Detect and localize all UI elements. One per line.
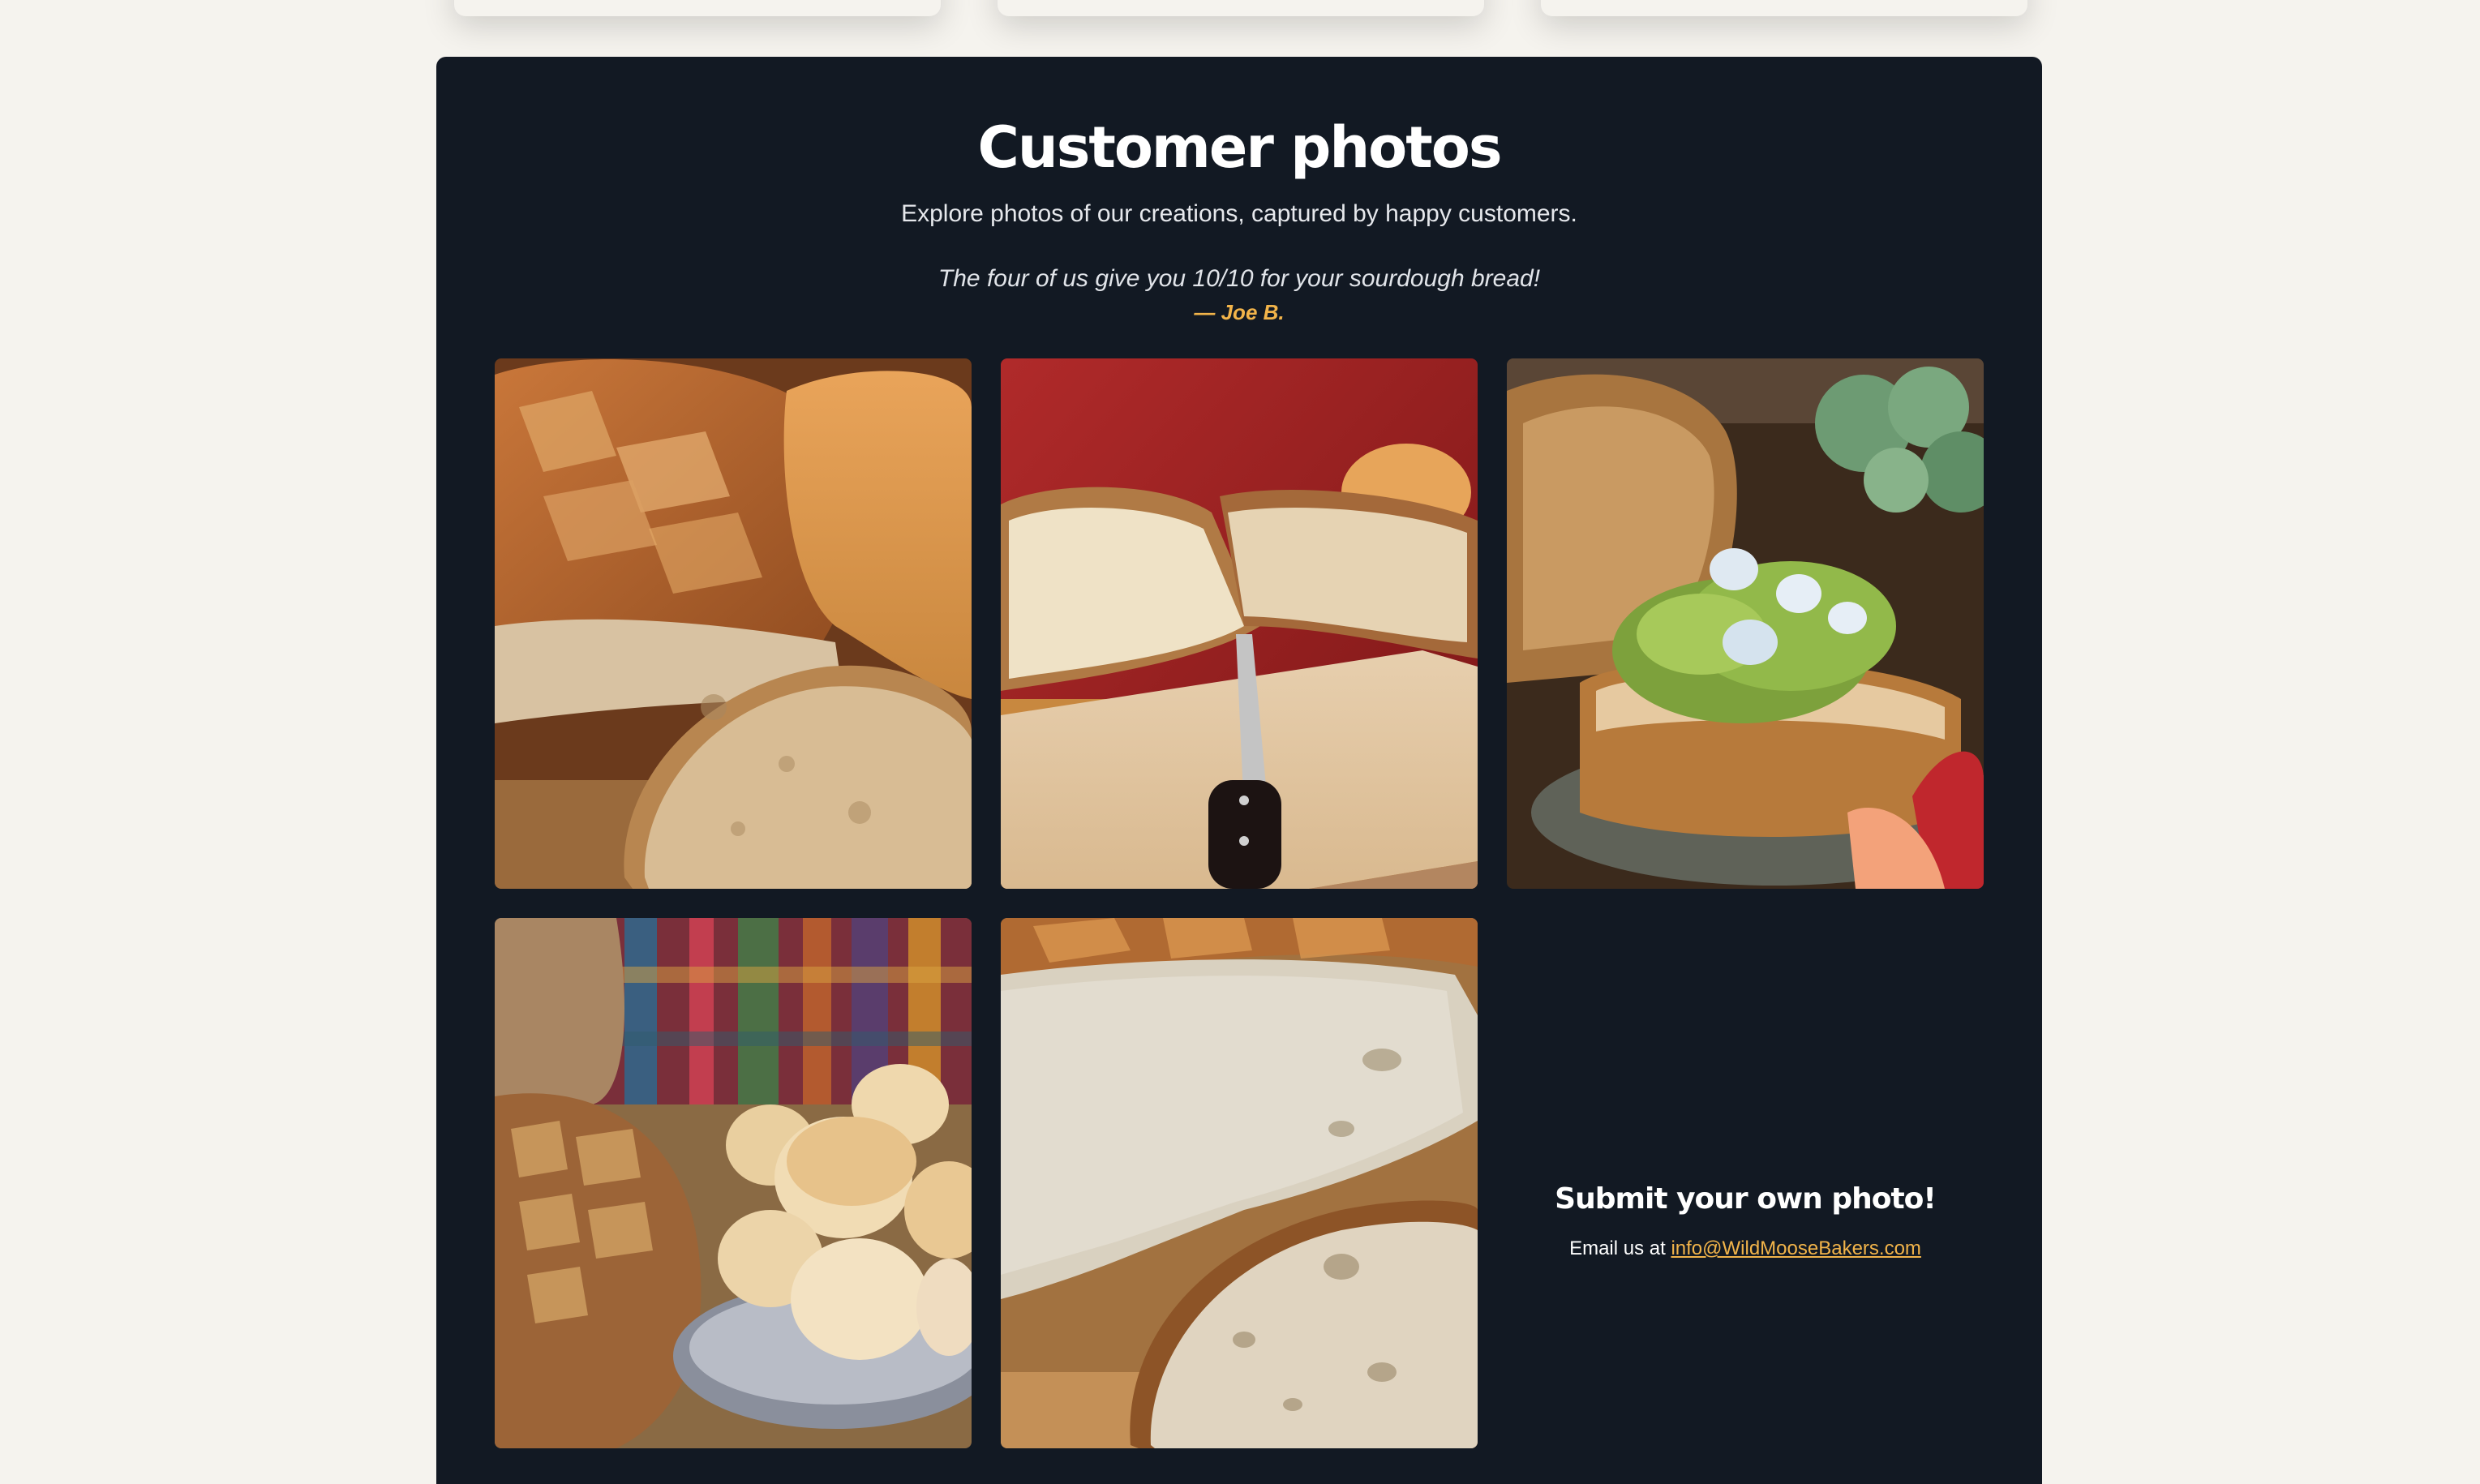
card-shadow [1541, 0, 2027, 16]
card-shadow [998, 0, 1484, 16]
avocado-toast-photo [1507, 358, 1984, 889]
testimonial-quote: The four of us give you 10/10 for your s… [938, 265, 1541, 292]
bread-and-rolls-basket-photo [495, 918, 972, 1448]
gallery-photo[interactable] [1507, 358, 1984, 889]
submit-photo-text: Email us at info@WildMooseBakers.com [1507, 1236, 1984, 1262]
sliced-sourdough-closeup-photo [1001, 918, 1478, 1448]
gallery-photo[interactable] [495, 358, 972, 889]
submit-photo-title: Submit your own photo! [1555, 1182, 1937, 1216]
section-title: Customer photos [977, 114, 1503, 181]
section-subtitle: Explore photos of our creations, capture… [901, 200, 1577, 227]
gallery-photo[interactable] [1001, 358, 1478, 889]
sourdough-loaves-photo [495, 358, 972, 889]
testimonial-author: — Joe B. [1194, 300, 1285, 324]
customer-photos-section: Customer photos Explore photos of our cr… [436, 57, 2042, 1484]
gallery-photo[interactable] [1001, 918, 1478, 1448]
sliced-bread-cutting-board-photo [1001, 358, 1478, 889]
email-link[interactable]: info@WildMooseBakers.com [1671, 1237, 1920, 1259]
gallery-photo[interactable] [495, 918, 972, 1448]
submit-photo-card: Submit your own photo! Email us at info@… [1507, 918, 1984, 1448]
card-shadow [454, 0, 941, 16]
submit-email-prefix: Email us at [1569, 1237, 1666, 1259]
